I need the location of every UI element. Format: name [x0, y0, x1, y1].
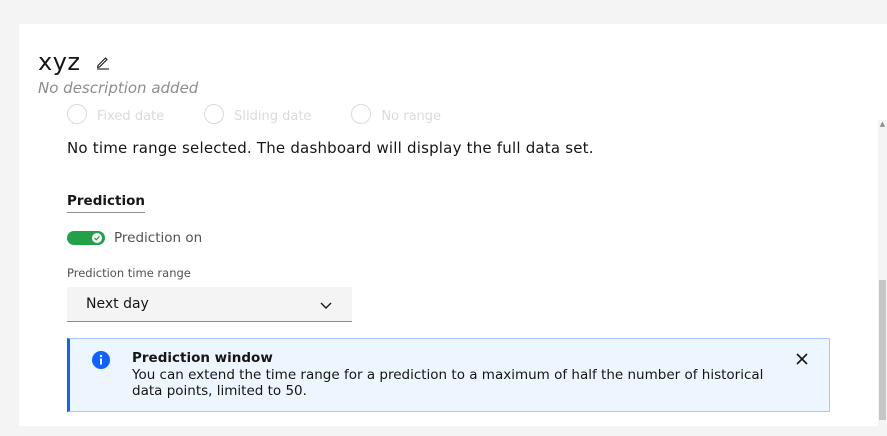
- scroll-up-arrow-icon[interactable]: ▲: [879, 120, 886, 130]
- prediction-toggle-row: Prediction on: [67, 230, 202, 246]
- prediction-time-range-label: Prediction time range: [67, 266, 191, 280]
- chevron-down-icon: [319, 295, 333, 314]
- prediction-toggle-label: Prediction on: [114, 230, 203, 246]
- checkmark-icon: [92, 233, 102, 243]
- radio-label: Fixed date: [97, 109, 165, 124]
- radio-circle-icon: [67, 104, 87, 124]
- radio-circle-icon: [351, 104, 372, 124]
- notification-title: Prediction window: [132, 350, 273, 366]
- pencil-icon[interactable]: [95, 54, 111, 70]
- prediction-window-notification: Prediction window You can extend the tim…: [67, 338, 830, 412]
- info-icon: [92, 351, 110, 369]
- vertical-scrollbar[interactable]: ▲ ▼: [878, 120, 887, 426]
- scrollbar-thumb[interactable]: [879, 280, 886, 420]
- time-range-info-text: No time range selected. The dashboard wi…: [67, 139, 594, 157]
- close-icon[interactable]: [795, 351, 809, 365]
- settings-scroll-area[interactable]: Fixed date Sliding date No range No time…: [19, 104, 887, 426]
- radio-fixed-date[interactable]: Fixed date: [67, 104, 164, 124]
- prediction-toggle[interactable]: [67, 231, 105, 245]
- time-range-radio-group: Fixed date Sliding date No range: [67, 104, 441, 124]
- radio-label: Sliding date: [234, 109, 312, 124]
- dashboard-title: xyz: [38, 48, 81, 76]
- radio-label: No range: [381, 109, 442, 124]
- notification-body: You can extend the time range for a pred…: [132, 367, 764, 399]
- dashboard-description: No description added: [38, 79, 199, 97]
- prediction-heading: Prediction: [67, 193, 145, 213]
- radio-circle-icon: [204, 104, 225, 124]
- radio-sliding-date[interactable]: Sliding date: [204, 104, 311, 124]
- prediction-time-range-select[interactable]: Next day: [67, 287, 352, 322]
- select-value: Next day: [86, 296, 149, 312]
- radio-no-range[interactable]: No range: [351, 104, 441, 124]
- dashboard-settings-panel: xyz No description added Fixed date Slid…: [19, 24, 887, 426]
- title-row: xyz: [38, 48, 111, 76]
